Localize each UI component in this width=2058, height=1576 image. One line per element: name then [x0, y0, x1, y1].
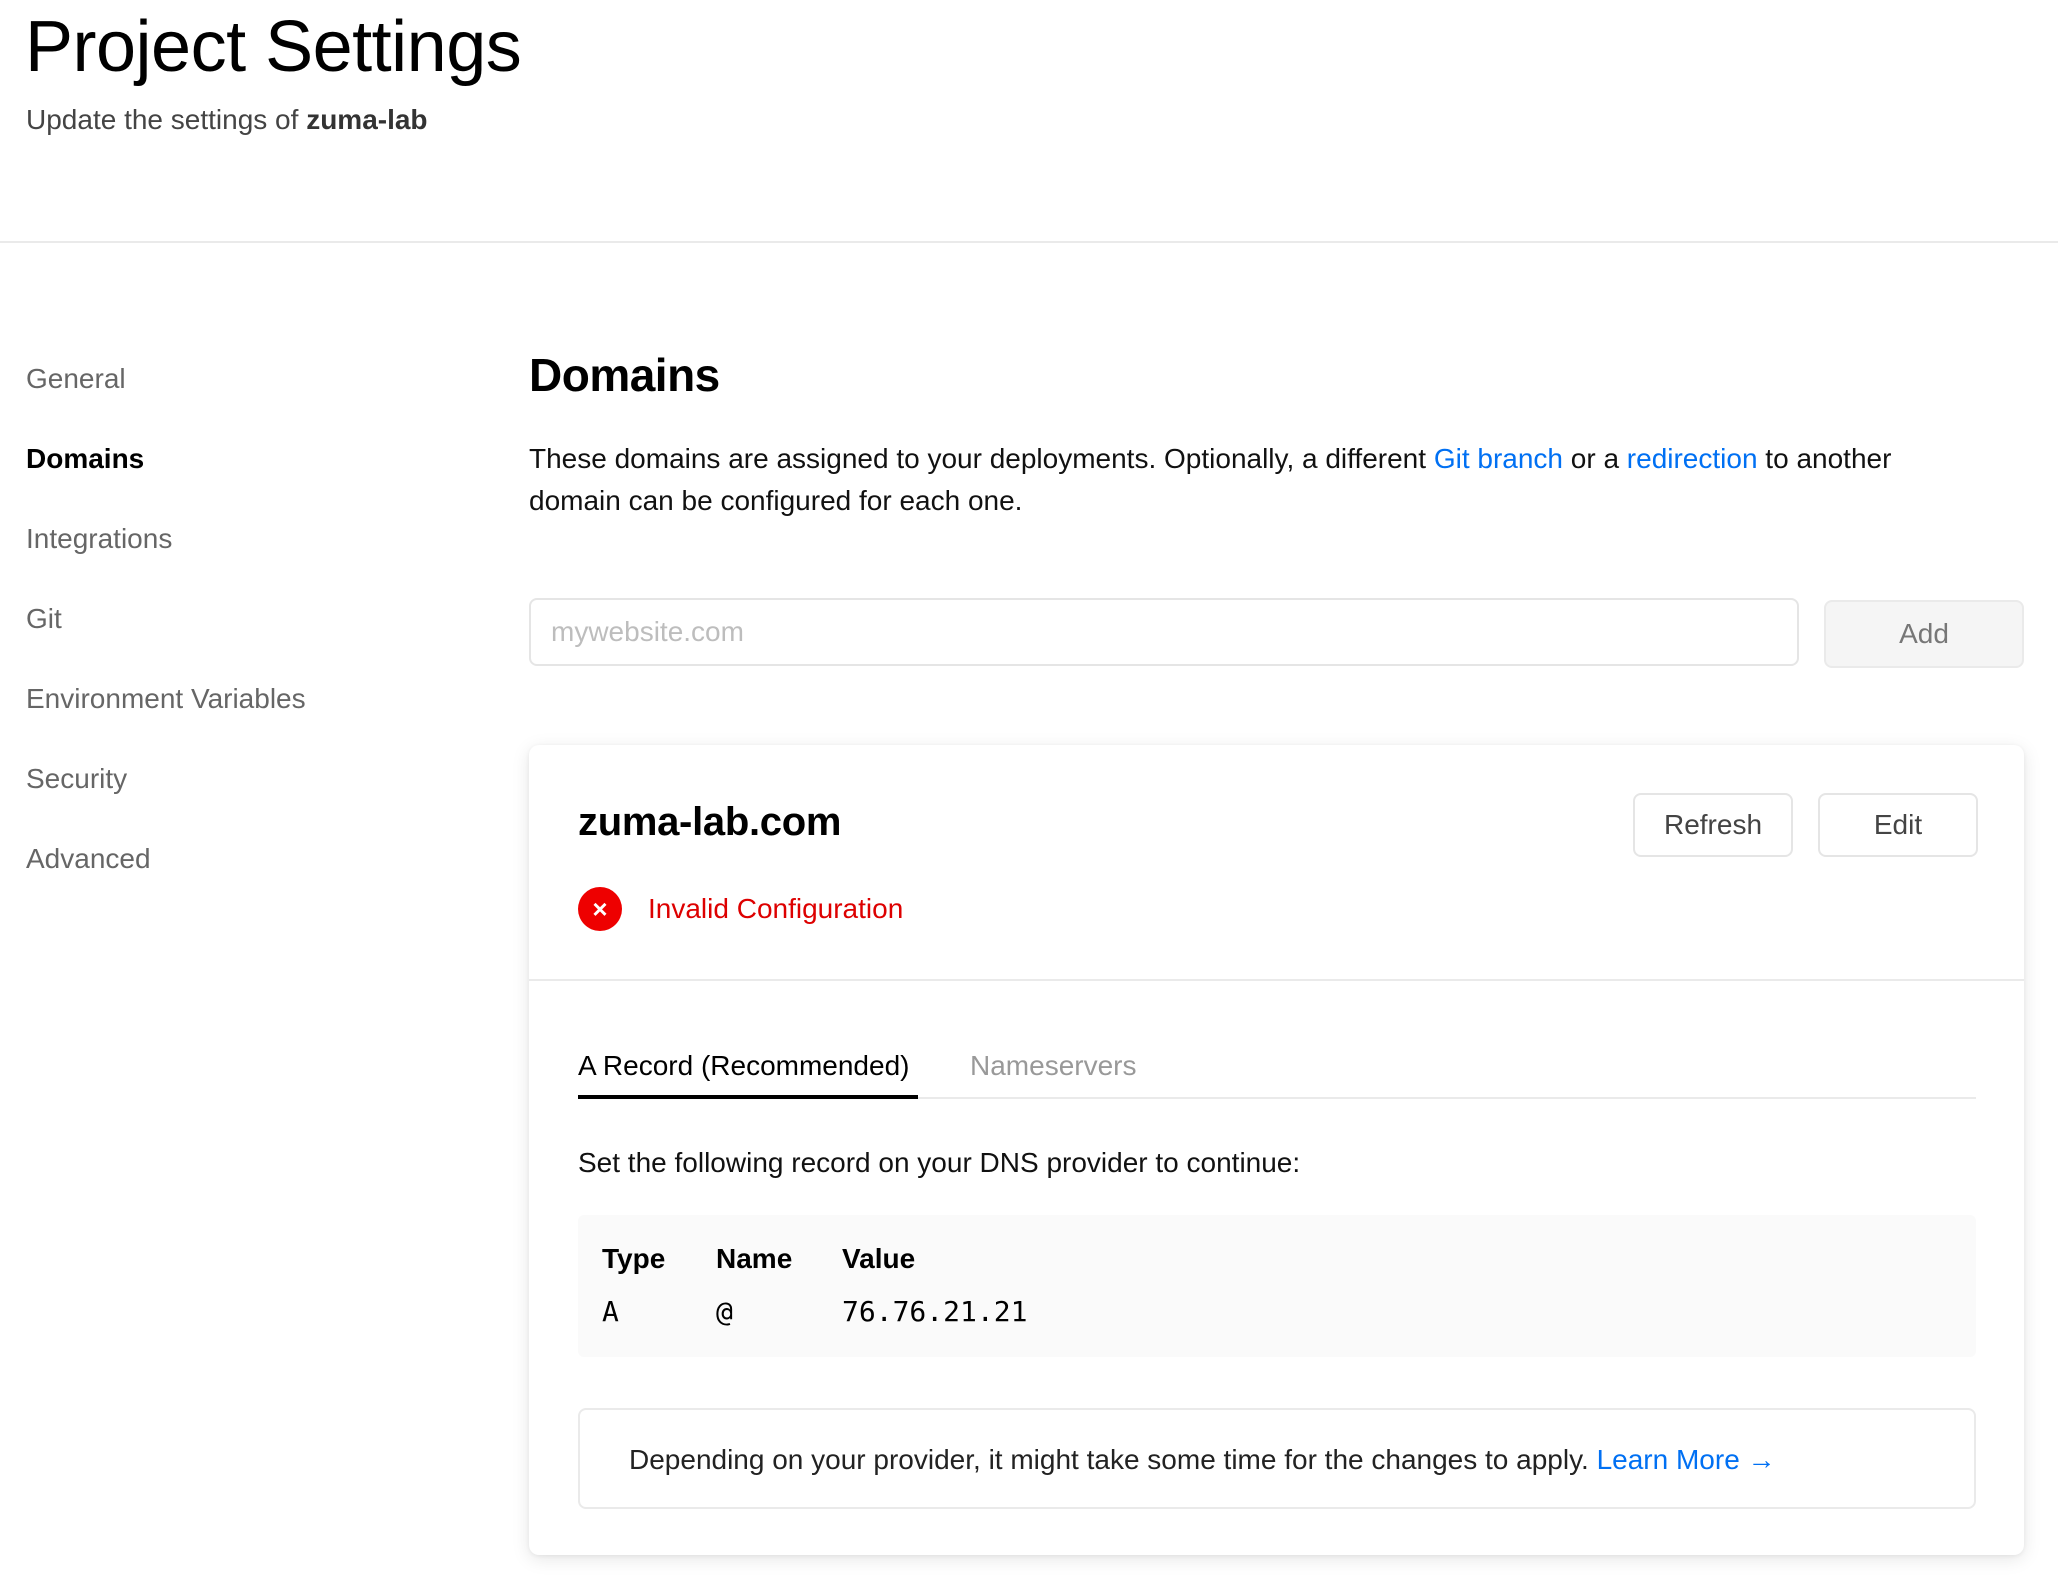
column-header-type: Type — [602, 1243, 666, 1274]
refresh-button[interactable]: Refresh — [1633, 793, 1793, 857]
note-text-wrapper: Depending on your provider, it might tak… — [629, 1440, 1776, 1480]
tab-nameservers[interactable]: Nameservers — [970, 1045, 1136, 1097]
domain-card: zuma-lab.com Refresh Edit × Invalid Conf… — [529, 745, 2024, 1555]
status-text: Invalid Configuration — [648, 893, 904, 924]
project-name: zuma-lab — [306, 104, 428, 135]
status-indicator: × Invalid Configuration — [578, 887, 903, 931]
note-text: Depending on your provider, it might tak… — [629, 1444, 1597, 1475]
sidebar-item-domains[interactable]: Domains — [26, 435, 426, 515]
domains-section: Domains These domains are assigned to yo… — [529, 340, 2029, 1555]
dns-instructions: Set the following record on your DNS pro… — [578, 1147, 1301, 1178]
sidebar-item-general[interactable]: General — [26, 355, 426, 435]
sidebar-item-environment-variables[interactable]: Environment Variables — [26, 675, 426, 755]
domain-card-header: zuma-lab.com Refresh Edit × Invalid Conf… — [529, 745, 2024, 981]
redirection-link[interactable]: redirection — [1627, 443, 1758, 474]
tab-a-record[interactable]: A Record (Recommended) — [578, 1045, 918, 1099]
column-header-name: Name — [716, 1243, 793, 1274]
record-tabs: A Record (Recommended) Nameservers — [578, 1045, 1976, 1099]
sidebar-item-git[interactable]: Git — [26, 595, 426, 675]
description-text: These domains are assigned to your deplo… — [529, 443, 1434, 474]
record-value: 76.76.21.21 — [842, 1295, 1028, 1328]
sidebar-item-integrations[interactable]: Integrations — [26, 515, 426, 595]
error-icon: × — [578, 887, 622, 931]
sidebar-item-advanced[interactable]: Advanced — [26, 835, 426, 915]
domain-name: zuma-lab.com — [578, 800, 842, 844]
git-branch-link[interactable]: Git branch — [1434, 443, 1563, 474]
subtitle-prefix: Update the settings of — [26, 104, 307, 135]
section-description: These domains are assigned to your deplo… — [529, 438, 1989, 522]
edit-button[interactable]: Edit — [1818, 793, 1978, 857]
propagation-note: Depending on your provider, it might tak… — [578, 1408, 1976, 1509]
add-button[interactable]: Add — [1824, 600, 2024, 668]
page-subtitle: Update the settings of zuma-lab — [26, 102, 428, 138]
learn-more-link[interactable]: Learn More → — [1597, 1444, 1776, 1475]
record-type: A — [602, 1295, 619, 1328]
page-header: Project Settings Update the settings of … — [0, 0, 2058, 243]
page-title: Project Settings — [25, 7, 522, 87]
description-text: or a — [1562, 443, 1627, 474]
section-title: Domains — [529, 349, 720, 401]
dns-record-table: Type Name Value A @ 76.76.21.21 — [578, 1215, 1976, 1357]
sidebar-item-security[interactable]: Security — [26, 755, 426, 835]
column-header-value: Value — [842, 1243, 916, 1274]
settings-sidebar: General Domains Integrations Git Environ… — [26, 355, 426, 915]
domain-input[interactable] — [529, 598, 1799, 666]
record-name: @ — [716, 1295, 733, 1328]
